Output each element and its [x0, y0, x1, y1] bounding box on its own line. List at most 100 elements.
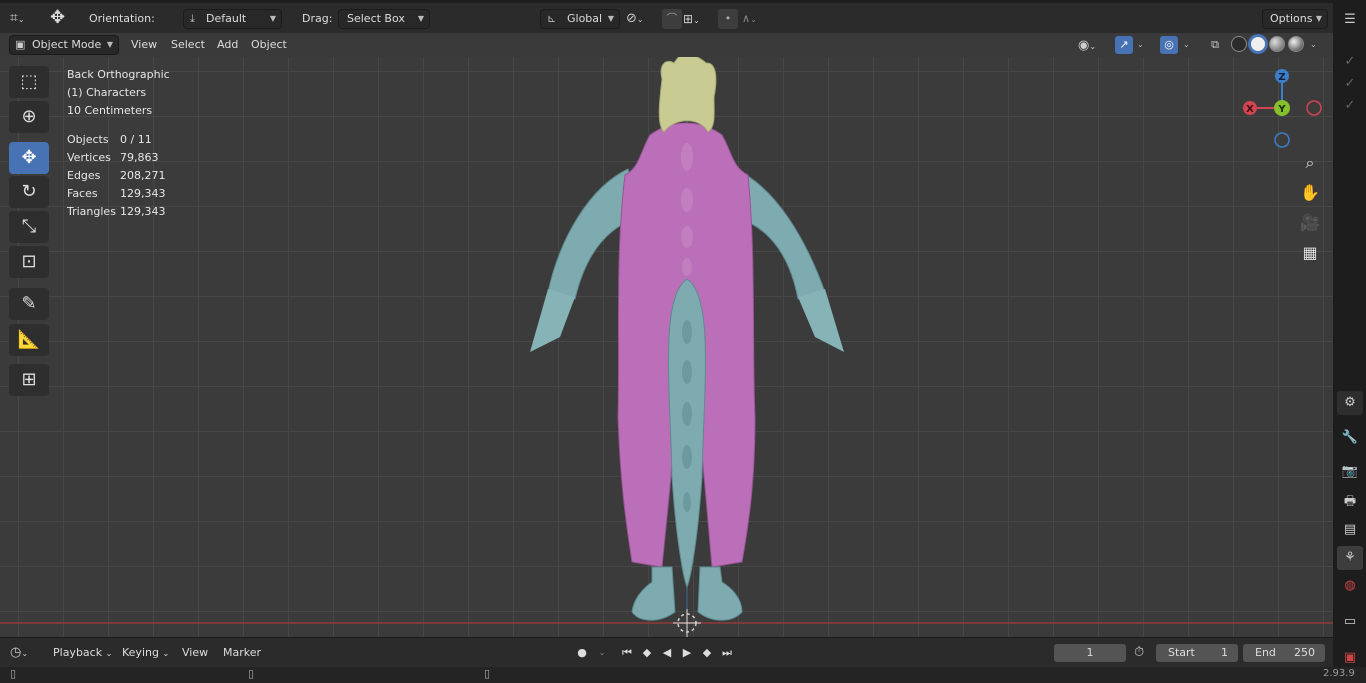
menu-add[interactable]: Add	[212, 35, 243, 55]
menu-view[interactable]: View	[126, 35, 162, 55]
prev-keyframe-icon[interactable]: ◆	[637, 644, 657, 662]
mode-value: Object Mode	[32, 38, 102, 51]
mouse-middle-icon: ▯	[248, 667, 255, 680]
record-dropdown-icon[interactable]: ⌄	[592, 644, 612, 662]
move-tool-icon: ✥	[50, 7, 66, 28]
play-icon[interactable]: ▶	[677, 644, 697, 662]
cursor-tool-icon[interactable]: ⊕	[9, 101, 49, 133]
object-mode-icon: ▣	[15, 38, 26, 51]
timeline-editor-icon[interactable]: ◷⌄	[10, 644, 40, 662]
stopwatch-icon[interactable]: ⏱	[1134, 644, 1152, 662]
current-frame-field[interactable]: 1	[1054, 644, 1126, 662]
next-keyframe-icon[interactable]: ◆	[697, 644, 717, 662]
view-layer-icon[interactable]: ▤	[1337, 518, 1363, 542]
menu-marker[interactable]: Marker	[218, 643, 266, 663]
orientation-label: Orientation:	[89, 12, 155, 25]
collapsed-panel-icon[interactable]: ✓	[1337, 50, 1363, 74]
measure-tool-icon[interactable]: 📐	[9, 324, 49, 356]
falloff-icon[interactable]: ∧⌄	[742, 9, 770, 29]
tool-properties-icon[interactable]: 🔧	[1337, 426, 1363, 450]
orientation-value: Default	[206, 12, 247, 25]
menu-select[interactable]: Select	[166, 35, 210, 55]
select-box-tool-icon[interactable]: ⬚	[9, 66, 49, 98]
mouse-right-icon: ▯	[484, 667, 491, 680]
render-properties-icon[interactable]: 📷	[1337, 460, 1363, 484]
rendered-shading-icon[interactable]	[1288, 36, 1304, 52]
start-label: Start	[1168, 646, 1195, 659]
menu-keying[interactable]: Keying ⌄	[117, 643, 174, 663]
menu-object[interactable]: Object	[246, 35, 292, 55]
timeline-header: ◷⌄ Playback ⌄ Keying ⌄ View Marker ● ⌄ ⏮…	[0, 637, 1333, 667]
spike	[681, 143, 693, 171]
neg-x-axis-ball	[1306, 100, 1322, 116]
chevron-down-icon: ▼	[106, 40, 113, 49]
play-reverse-icon[interactable]: ◀	[657, 644, 677, 662]
properties-tabs-strip: ☰ ✓ ✓ ✓ ⚙ 🔧 📷 🖶 ▤ ⚘ ◍ ▭ ▣	[1333, 0, 1366, 683]
drag-value: Select Box	[347, 12, 405, 25]
pivot-point-icon[interactable]: ⊘⌄	[626, 9, 658, 29]
xray-toggle-icon[interactable]: ⧉	[1206, 36, 1224, 54]
transform-tool-icon[interactable]: ⊡	[9, 246, 49, 278]
stat-value: 129,343	[120, 205, 166, 218]
visibility-icon[interactable]: ◉⌄	[1078, 36, 1108, 56]
version-label: 2.93.9	[1323, 668, 1355, 679]
proportional-edit-icon[interactable]: •	[718, 9, 738, 29]
stat-value: 208,271	[120, 169, 166, 182]
wireframe-shading-icon[interactable]	[1231, 36, 1247, 52]
snap-toggle-icon[interactable]: ⌒	[662, 9, 682, 29]
gizmo-toggle-icon[interactable]: ↗	[1115, 36, 1133, 54]
scale-tool-icon[interactable]: ⤡	[9, 211, 49, 243]
mode-dropdown[interactable]: ▣ Object Mode ▼	[9, 35, 119, 55]
transform-orientation-dropdown[interactable]: ⊾ Global ▼	[540, 9, 620, 29]
hair	[658, 57, 717, 133]
jump-end-icon[interactable]: ⏭	[717, 644, 737, 662]
navigation-gizmo[interactable]: Z X Y	[1242, 68, 1322, 148]
overlay-toggle-icon[interactable]: ◎	[1160, 36, 1178, 54]
material-shading-icon[interactable]	[1269, 36, 1285, 52]
options-dropdown[interactable]: Options ▼	[1262, 9, 1328, 29]
zoom-icon[interactable]: ⌕	[1297, 150, 1323, 176]
output-properties-icon[interactable]: 🖶	[1337, 490, 1363, 514]
start-frame-field[interactable]: Start 1	[1156, 644, 1238, 662]
camera-view-icon[interactable]: 🎥	[1297, 210, 1323, 236]
drag-dropdown[interactable]: Select Box ▼	[338, 9, 430, 29]
gizmo-x-label: X	[1246, 104, 1254, 115]
scene-properties-icon[interactable]: ⚘	[1337, 546, 1363, 570]
gizmo-z-label: Z	[1278, 72, 1285, 83]
collection-properties-icon[interactable]: ▭	[1337, 610, 1363, 634]
spike	[681, 226, 693, 248]
annotate-tool-icon[interactable]: ✎	[9, 288, 49, 320]
solid-shading-icon[interactable]	[1250, 36, 1266, 52]
tail-spike	[682, 445, 692, 469]
tail-spike	[683, 492, 691, 512]
world-properties-icon[interactable]: ◍	[1337, 574, 1363, 598]
gizmo-y-label: Y	[1277, 104, 1286, 115]
orientation-dropdown[interactable]: ⤓ Default ▼	[183, 9, 282, 29]
tool-settings-header: ⌗⌄ ✥ Orientation: ⤓ Default ▼ Drag: Selec…	[0, 0, 1333, 33]
jump-start-icon[interactable]: ⏮	[617, 644, 637, 662]
options-label: Options	[1270, 12, 1313, 25]
gizmo-dropdown-icon[interactable]: ⌄	[1137, 36, 1149, 54]
pan-hand-icon[interactable]: ✋	[1297, 180, 1323, 206]
mouse-left-icon: ▯	[10, 667, 17, 680]
rotate-tool-icon[interactable]: ↻	[9, 176, 49, 208]
menu-timeline-view[interactable]: View	[177, 643, 213, 663]
collapsed-panel-icon[interactable]: ✓	[1337, 94, 1363, 118]
add-cube-tool-icon[interactable]: ⊞	[9, 364, 49, 396]
shading-dropdown-icon[interactable]: ⌄	[1310, 36, 1317, 54]
move-tool-button[interactable]: ✥	[9, 142, 49, 174]
record-icon[interactable]: ●	[572, 644, 592, 662]
stat-row: Objects 0 / 11	[67, 131, 207, 149]
overlay-dropdown-icon[interactable]: ⌄	[1183, 36, 1195, 54]
menu-playback[interactable]: Playback ⌄	[48, 643, 117, 663]
outliner-icon[interactable]: ☰	[1337, 8, 1363, 32]
editor-type-icon[interactable]: ⌗⌄	[10, 8, 38, 28]
snap-target-icon[interactable]: ⊞⌄	[683, 9, 715, 29]
end-frame-field[interactable]: End 250	[1243, 644, 1325, 662]
collapsed-panel-icon[interactable]: ✓	[1337, 72, 1363, 96]
left-foot	[631, 566, 676, 621]
properties-editor-icon[interactable]: ⚙	[1337, 391, 1363, 415]
playback-label: Playback	[53, 646, 103, 659]
ortho-grid-icon[interactable]: ▦	[1297, 240, 1323, 266]
chevron-down-icon: ▼	[417, 14, 424, 23]
